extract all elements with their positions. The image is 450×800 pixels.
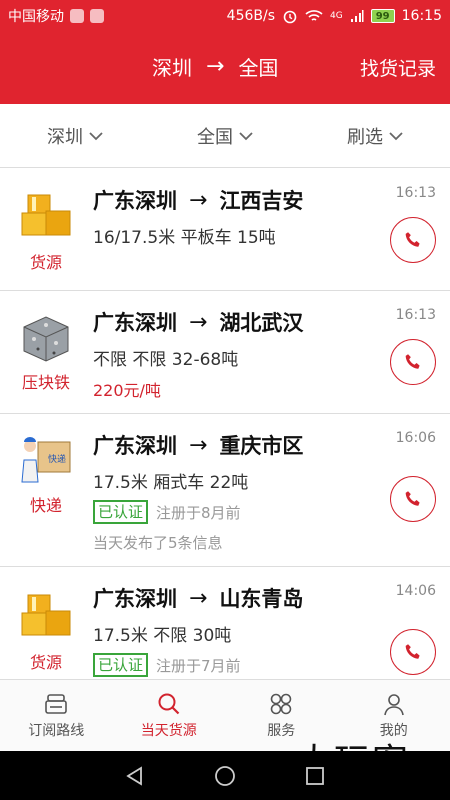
vehicle-spec: 不限 不限 32-68吨 — [93, 350, 239, 370]
origin-label: 深圳 — [47, 126, 83, 148]
verification-row: 已认证 注册于7月前 — [93, 653, 241, 677]
route-from: 广东深圳 — [93, 311, 177, 335]
route-from: 广东深圳 — [93, 189, 177, 213]
services-icon — [270, 693, 292, 715]
filter-label: 刷选 — [347, 126, 383, 148]
recent-apps-icon[interactable] — [303, 764, 327, 788]
route-to: 重庆市区 — [219, 434, 304, 458]
call-button[interactable] — [390, 629, 436, 675]
filter-dropdown[interactable]: 刷选 — [300, 104, 450, 167]
registered-age: 注册于7月前 — [156, 656, 241, 675]
arrow-icon: → — [189, 187, 208, 213]
route-title: 深圳 → 全国 — [152, 52, 278, 81]
system-nav-bar — [0, 751, 450, 800]
route-to: 湖北武汉 — [219, 311, 304, 335]
category-label: 压块铁 — [21, 373, 70, 392]
carrier-label: 中国移动 — [8, 9, 64, 25]
scrap-block-icon — [23, 316, 69, 362]
price: 220元/吨 — [93, 381, 161, 400]
verified-badge: 已认证 — [93, 653, 149, 677]
courier-icon: 快递 — [21, 437, 71, 483]
tab-label: 当天货源 — [140, 723, 197, 739]
route: 广东深圳 → 湖北武汉 — [93, 307, 303, 337]
list-item[interactable]: 货源 广东深圳 → 山东青岛 17.5米 不限 30吨 已认证 注册于7月前 1… — [0, 567, 450, 679]
wifi-icon — [305, 10, 323, 21]
route: 广东深圳 → 重庆市区 — [93, 430, 303, 460]
cargo-thumbnail: 货源 — [16, 589, 76, 673]
tab-today-cargo[interactable]: 当天货源 — [113, 680, 226, 751]
verified-badge: 已认证 — [93, 500, 149, 524]
alarm-icon — [283, 10, 297, 24]
network-type: 4G — [330, 11, 343, 21]
verification-row: 已认证 注册于8月前 — [93, 500, 241, 524]
destination-label: 全国 — [197, 126, 233, 148]
call-button[interactable] — [390, 217, 436, 263]
tab-subscribe-routes[interactable]: 订阅路线 — [0, 680, 113, 751]
post-time: 16:13 — [395, 307, 436, 323]
phone-icon — [405, 354, 420, 369]
boxes-icon — [21, 594, 71, 636]
arrow-icon: → — [189, 585, 208, 611]
registered-age: 注册于8月前 — [156, 503, 241, 522]
list-item[interactable]: 压块铁 广东深圳 → 湖北武汉 不限 不限 32-68吨 220元/吨 16:1… — [0, 291, 450, 414]
category-label: 货源 — [29, 253, 62, 272]
category-label: 快递 — [29, 496, 62, 515]
category-label: 货源 — [29, 653, 62, 672]
status-bar: 中国移动 456B/s 4G 99 16:15 — [0, 0, 450, 32]
svg-text:快递: 快递 — [48, 453, 66, 465]
back-icon[interactable] — [123, 764, 147, 788]
route-to: 江西吉安 — [219, 189, 304, 213]
route: 广东深圳 → 山东青岛 — [93, 583, 303, 613]
list-item[interactable]: 快递 快递 广东深圳 → 重庆市区 17.5米 厢式车 22吨 已认证 注册于8… — [0, 414, 450, 567]
tab-label: 订阅路线 — [28, 723, 85, 739]
route: 广东深圳 → 江西吉安 — [93, 185, 303, 215]
vehicle-spec: 17.5米 厢式车 22吨 — [93, 473, 249, 493]
image-notification-icon — [90, 9, 104, 23]
post-time: 16:13 — [395, 185, 436, 201]
app-header: 深圳 → 全国 找货记录 — [0, 32, 450, 104]
post-time: 14:06 — [395, 583, 436, 599]
cargo-thumbnail: 压块铁 — [16, 309, 76, 393]
cargo-list: 货源 广东深圳 → 江西吉安 16/17.5米 平板车 15吨 16:13 压块… — [0, 169, 450, 679]
route-to: 山东青岛 — [219, 587, 304, 611]
phone-icon — [405, 491, 420, 506]
publish-count: 当天发布了5条信息 — [93, 534, 223, 552]
signal-icon — [350, 10, 364, 22]
chevron-down-icon — [89, 131, 103, 140]
vehicle-spec: 16/17.5米 平板车 15吨 — [93, 228, 276, 248]
chevron-down-icon — [389, 131, 403, 140]
search-history-button[interactable]: 找货记录 — [360, 54, 436, 81]
arrow-icon: → — [189, 309, 208, 335]
arrow-icon: → — [206, 54, 225, 79]
phone-icon — [405, 232, 420, 247]
filter-bar: 深圳 全国 刷选 — [0, 104, 450, 168]
clock: 16:15 — [401, 8, 442, 24]
route-from: 广东深圳 — [93, 434, 177, 458]
chevron-down-icon — [239, 131, 253, 140]
net-speed: 456B/s — [226, 8, 276, 24]
list-item[interactable]: 货源 广东深圳 → 江西吉安 16/17.5米 平板车 15吨 16:13 — [0, 169, 450, 291]
battery-level: 99 — [370, 9, 395, 23]
destination-dropdown[interactable]: 全国 — [150, 104, 300, 167]
route-from: 深圳 — [152, 56, 192, 80]
home-icon[interactable] — [213, 764, 237, 788]
usb-icon — [70, 9, 84, 23]
route-from: 广东深圳 — [93, 587, 177, 611]
search-icon — [158, 693, 180, 715]
subscribe-icon — [45, 694, 68, 714]
boxes-icon — [21, 194, 71, 236]
cargo-thumbnail: 货源 — [16, 189, 76, 273]
route-to: 全国 — [238, 56, 279, 80]
call-button[interactable] — [390, 339, 436, 385]
post-time: 16:06 — [395, 430, 436, 446]
vehicle-spec: 17.5米 不限 30吨 — [93, 626, 232, 646]
phone-icon — [405, 644, 420, 659]
tab-label: 服务 — [267, 723, 296, 739]
cargo-thumbnail: 快递 快递 — [16, 432, 76, 516]
call-button[interactable] — [390, 476, 436, 522]
origin-dropdown[interactable]: 深圳 — [0, 104, 150, 167]
arrow-icon: → — [189, 432, 208, 458]
profile-icon — [383, 694, 404, 716]
